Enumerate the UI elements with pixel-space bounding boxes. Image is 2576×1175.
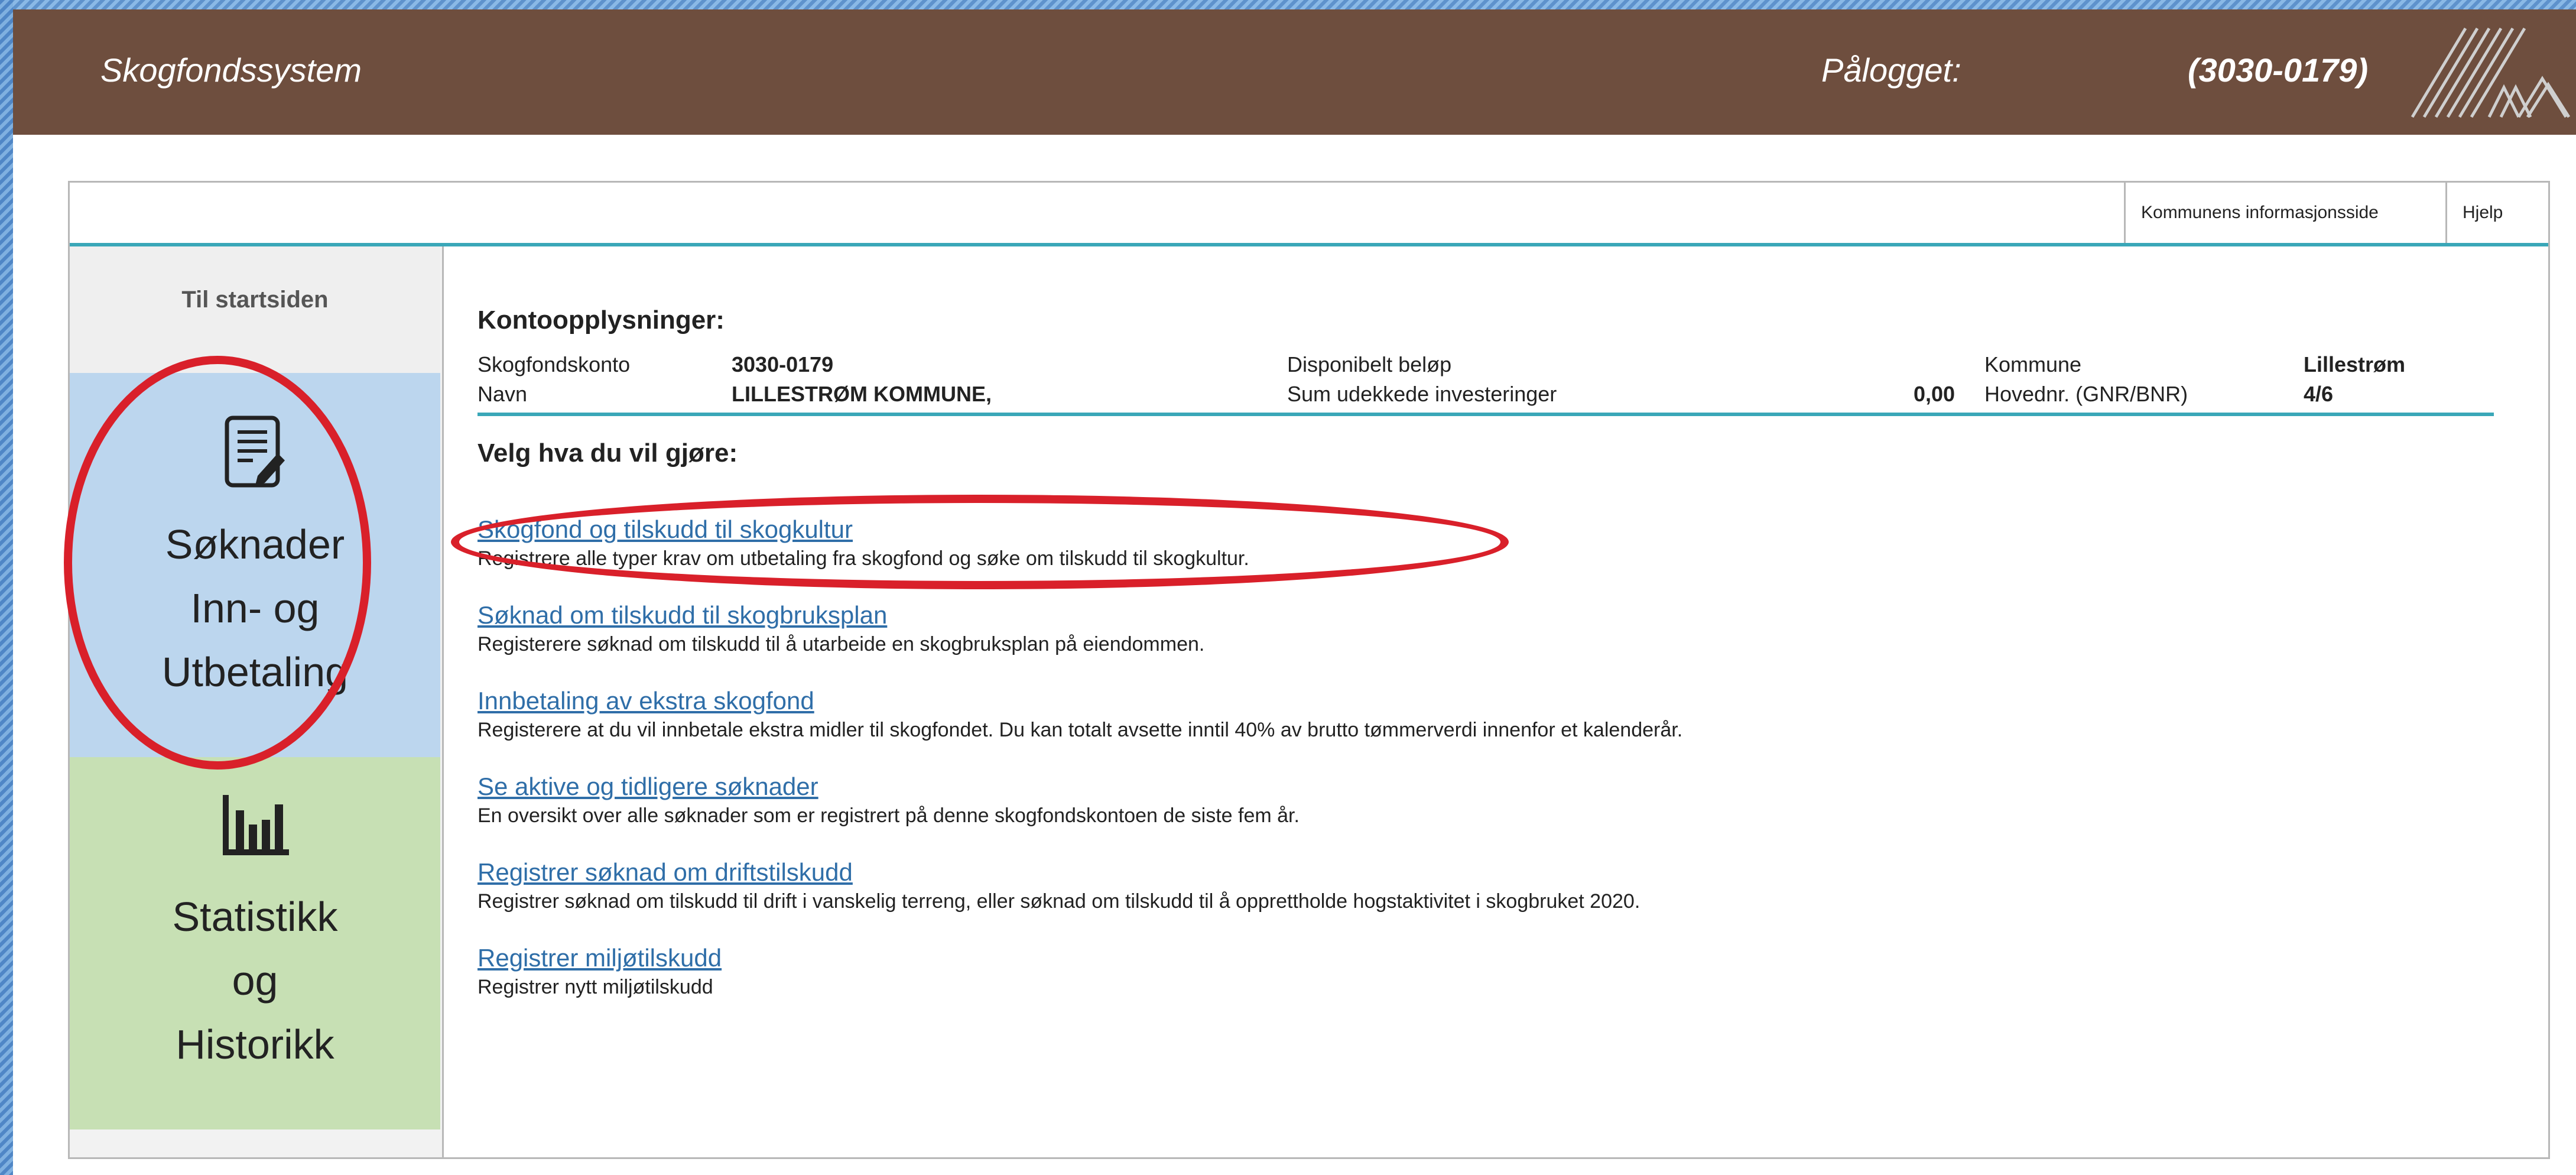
action-link[interactable]: Se aktive og tidligere søknader [477, 772, 1300, 801]
municipality-info-link[interactable]: Kommunens informasjonsside [2124, 183, 2394, 243]
action-link[interactable]: Søknad om tilskudd til skogbruksplan [477, 601, 1204, 629]
action-item: Skogfond og tilskudd til skogkultur Regi… [477, 515, 1249, 570]
value-municipality: Lillestrøm [2304, 352, 2406, 376]
logged-in-label: Pålogget: [1821, 51, 1961, 89]
action-description: Registerere søknad om tilskudd til å uta… [477, 633, 1205, 655]
action-description: Registrere alle typer krav om utbetaling… [477, 547, 1249, 570]
label-uncovered-investments: Sum udekkede investeringer [1287, 382, 1557, 406]
action-description: Registrer nytt miljøtilskudd [477, 976, 713, 998]
sidebar-item-statistics[interactable]: Statistikk og Historikk [70, 757, 440, 1129]
applications-label-line1: Søknader [165, 521, 345, 567]
action-description: Registrer søknad om tilskudd til drift i… [477, 890, 1641, 913]
sidebar-item-applications[interactable]: Søknader Inn- og Utbetaling [70, 373, 440, 757]
applications-label-line3: Utbetaling [161, 649, 349, 695]
form-edit-icon [225, 416, 285, 488]
statistics-label-line3: Historikk [176, 1021, 334, 1067]
action-link[interactable]: Skogfond og tilskudd til skogkultur [477, 515, 1249, 544]
account-number: (3030-0179) [2188, 51, 2369, 89]
label-main-number: Hovednr. (GNR/BNR) [1984, 382, 2188, 406]
value-name: LILLESTRØM KOMMUNE, [732, 382, 992, 406]
action-description: En oversikt over alle søknader som er re… [477, 804, 1300, 827]
action-item: Registrer søknad om driftstilskudd Regis… [477, 858, 1640, 913]
value-account: 3030-0179 [732, 352, 834, 376]
main-frame: Kommunens informasjonsside Hjelp Til sta… [64, 181, 2550, 1159]
value-uncovered-investments: 0,00 [1914, 382, 1955, 406]
action-link[interactable]: Registrer miljøtilskudd [477, 944, 722, 972]
action-item: Søknad om tilskudd til skogbruksplan Reg… [477, 601, 1204, 656]
label-name: Navn [477, 382, 528, 406]
sidebar: Til startsiden Søknader Inn- og Utbetali… [64, 246, 444, 1157]
app-title: Skogfondssystem [100, 51, 362, 89]
action-link[interactable]: Registrer søknad om driftstilskudd [477, 858, 1640, 887]
app-header: Skogfondssystem Pålogget: (3030-0179) [13, 9, 2576, 135]
top-border [0, 0, 2576, 9]
bar-chart-icon [223, 795, 289, 855]
action-item: Innbetaling av ekstra skogfond Registere… [477, 687, 1682, 742]
applications-label-line2: Inn- og [190, 585, 320, 631]
actions-heading: Velg hva du vil gjøre: [477, 439, 738, 468]
main-content: Kontoopplysninger: Skogfondskonto 3030-0… [451, 246, 2534, 1133]
label-municipality: Kommune [1984, 352, 2082, 376]
action-item: Registrer miljøtilskudd Registrer nytt m… [477, 944, 722, 999]
statistics-label-line2: og [232, 957, 278, 1004]
action-item: Se aktive og tidligere søknader En overs… [477, 772, 1300, 827]
sidebar-item-home[interactable]: Til startsiden [70, 246, 440, 373]
action-link[interactable]: Innbetaling av ekstra skogfond [477, 687, 1682, 715]
top-nav: Kommunens informasjonsside Hjelp [70, 183, 2548, 246]
value-main-number: 4/6 [2304, 382, 2334, 406]
action-description: Registerere at du vil innbetale ekstra m… [477, 719, 1683, 741]
statistics-label-line1: Statistikk [172, 894, 338, 940]
account-info-heading: Kontoopplysninger: [477, 306, 725, 335]
label-available-amount: Disponibelt beløp [1287, 352, 1452, 376]
left-border [0, 0, 13, 1175]
label-account: Skogfondskonto [477, 352, 631, 376]
account-info-table: Skogfondskonto 3030-0179 Disponibelt bel… [477, 350, 2494, 416]
logo-icon [2411, 27, 2571, 118]
help-link[interactable]: Hjelp [2445, 183, 2518, 243]
